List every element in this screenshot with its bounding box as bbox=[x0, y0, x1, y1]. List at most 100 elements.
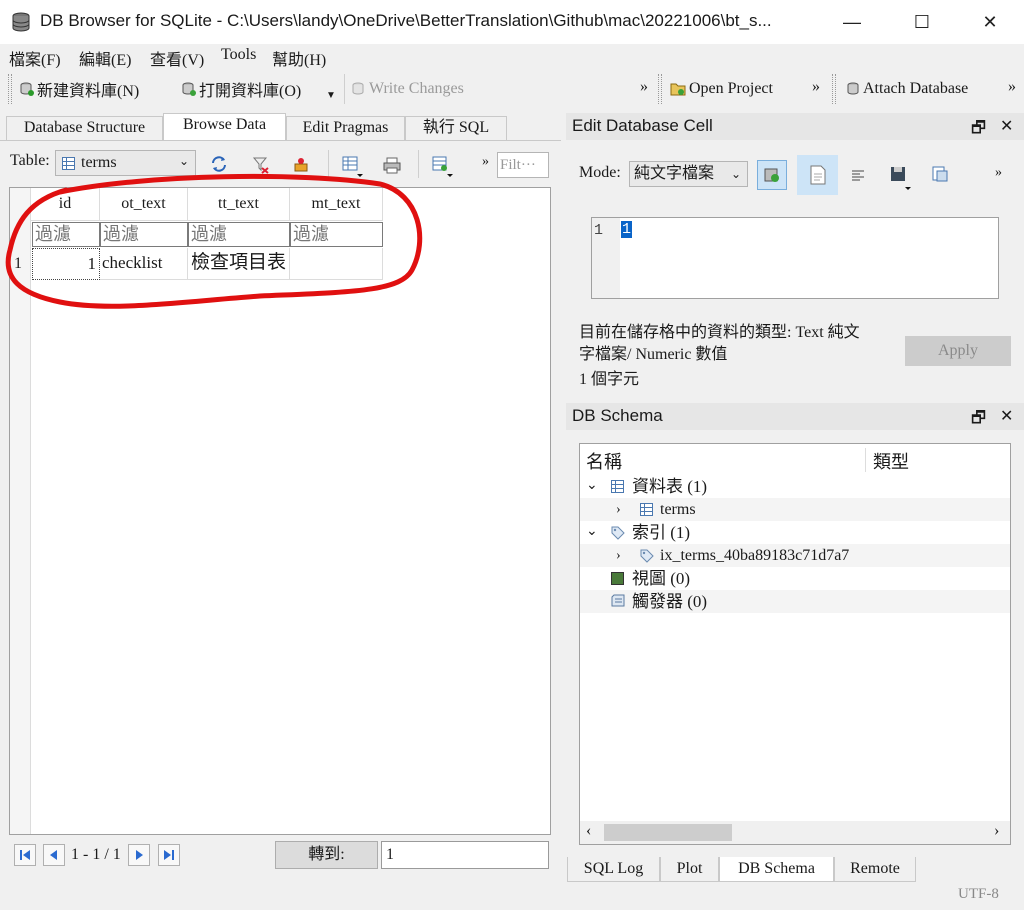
tree-item-index[interactable]: › ix_terms_40ba89183c71d7a7 bbox=[580, 544, 1010, 567]
close-dock-icon[interactable]: ✕ bbox=[1000, 116, 1013, 136]
tree-label-indexes: 索引 (1) bbox=[632, 523, 691, 542]
line-number: 1 bbox=[594, 222, 604, 239]
float-dock-icon[interactable]: 🗗 bbox=[971, 117, 986, 144]
tab-edit-pragmas[interactable]: Edit Pragmas bbox=[286, 116, 405, 140]
more-icon[interactable]: » bbox=[482, 154, 489, 170]
open-project-button[interactable]: Open Project bbox=[670, 78, 773, 100]
table-icon bbox=[62, 156, 75, 170]
menu-file[interactable]: 檔案(F) bbox=[9, 46, 61, 70]
tree-label-terms: terms bbox=[660, 501, 696, 518]
data-type-info-line1: 目前在儲存格中的資料的類型: Text 純文 bbox=[579, 324, 860, 341]
edit-cell-title: Edit Database Cell bbox=[566, 113, 1024, 140]
view-icon bbox=[611, 572, 624, 585]
expand-icon[interactable]: ⌄ bbox=[586, 474, 598, 497]
new-database-button[interactable]: 新建資料庫(N) bbox=[20, 78, 139, 100]
import-export-icon[interactable] bbox=[889, 165, 915, 191]
tree-item-tables[interactable]: ⌄ 資料表 (1) bbox=[580, 475, 1010, 498]
first-page-button[interactable] bbox=[14, 844, 36, 866]
tab-plot[interactable]: Plot bbox=[660, 857, 719, 882]
document-icon bbox=[810, 165, 826, 185]
open-database-label: 打開資料庫(O) bbox=[199, 83, 302, 100]
filter-input[interactable]: Filt··· bbox=[497, 152, 549, 178]
maximize-button[interactable]: ☐ bbox=[888, 0, 956, 44]
tree-item-views[interactable]: 視圖 (0) bbox=[580, 567, 1010, 590]
tree-item-triggers[interactable]: 觸發器 (0) bbox=[580, 590, 1010, 613]
attach-database-label: Attach Database bbox=[863, 80, 969, 97]
tab-db-schema[interactable]: DB Schema bbox=[719, 857, 834, 882]
tab-remote[interactable]: Remote bbox=[834, 857, 916, 882]
scrollbar-thumb[interactable] bbox=[604, 824, 732, 841]
header-divider bbox=[865, 448, 866, 472]
attach-database-icon bbox=[847, 82, 859, 95]
tree-item-terms[interactable]: › terms bbox=[580, 498, 1010, 521]
open-database-icon bbox=[182, 82, 196, 96]
goto-button[interactable]: 轉到: bbox=[275, 841, 378, 869]
write-changes-button[interactable]: Write Changes bbox=[352, 78, 464, 100]
previous-page-icon bbox=[50, 850, 57, 860]
schema-column-name[interactable]: 名稱 bbox=[586, 448, 622, 474]
horizontal-scrollbar[interactable]: ‹ › bbox=[580, 821, 1010, 844]
collapse-icon[interactable]: › bbox=[616, 498, 621, 521]
table-icon bbox=[640, 503, 653, 516]
set-null-icon[interactable] bbox=[931, 165, 949, 183]
database-icon bbox=[12, 12, 30, 32]
db-schema-title: DB Schema bbox=[566, 403, 1024, 430]
column-display-icon[interactable] bbox=[432, 156, 454, 178]
tab-browse-data[interactable]: Browse Data bbox=[163, 113, 286, 141]
tab-database-structure[interactable]: Database Structure bbox=[6, 116, 163, 140]
tree-label-index-name: ix_terms_40ba89183c71d7a7 bbox=[660, 547, 850, 564]
schema-tree[interactable]: 名稱 類型 ⌄ 資料表 (1) › terms ⌄ 索引 (1) › ix_te… bbox=[579, 443, 1011, 845]
mode-select[interactable]: 純文字檔案 ⌄ bbox=[629, 161, 748, 187]
encoding-status: UTF-8 bbox=[958, 886, 999, 902]
toolbar-grip[interactable] bbox=[832, 74, 836, 104]
format-text-icon[interactable] bbox=[850, 167, 866, 183]
float-dock-icon[interactable]: 🗗 bbox=[971, 407, 986, 434]
last-page-button[interactable] bbox=[158, 844, 180, 866]
next-page-button[interactable] bbox=[128, 844, 150, 866]
menu-help[interactable]: 幫助(H) bbox=[272, 46, 326, 70]
goto-input[interactable]: 1 bbox=[381, 841, 549, 869]
apply-button[interactable]: Apply bbox=[905, 336, 1011, 366]
auto-switch-icon bbox=[764, 168, 779, 182]
tree-label-views: 視圖 (0) bbox=[632, 569, 691, 588]
menu-edit[interactable]: 編輯(E) bbox=[79, 46, 131, 70]
table-label: Table: bbox=[10, 152, 50, 169]
scroll-right-icon[interactable]: › bbox=[994, 822, 999, 840]
attach-database-button[interactable]: Attach Database bbox=[846, 78, 968, 100]
cell-editor-content[interactable]: 1 bbox=[621, 221, 633, 238]
red-annotation-ellipse bbox=[5, 173, 423, 309]
new-database-label: 新建資料庫(N) bbox=[37, 83, 140, 100]
schema-column-type[interactable]: 類型 bbox=[873, 448, 909, 474]
toolbar-grip[interactable] bbox=[8, 74, 12, 104]
auto-switch-mode-button[interactable] bbox=[757, 160, 787, 190]
collapse-icon[interactable]: › bbox=[616, 544, 621, 567]
tree-label-triggers: 觸發器 (0) bbox=[632, 592, 708, 611]
menu-tools[interactable]: Tools bbox=[221, 46, 256, 64]
toolbar-more-icon[interactable]: » bbox=[812, 78, 820, 96]
tab-sql-log[interactable]: SQL Log bbox=[567, 857, 660, 882]
minimize-button[interactable]: — bbox=[818, 0, 886, 44]
data-type-info-line2: 字檔案/ Numeric 數值 bbox=[579, 346, 728, 363]
open-database-dropdown-icon[interactable]: ▼ bbox=[326, 90, 336, 101]
menu-view[interactable]: 查看(V) bbox=[150, 46, 204, 70]
index-tag-icon bbox=[611, 526, 625, 540]
open-database-button[interactable]: 打開資料庫(O) bbox=[182, 78, 301, 100]
more-icon[interactable]: » bbox=[995, 165, 1002, 181]
first-page-icon bbox=[20, 850, 30, 860]
expand-icon[interactable]: ⌄ bbox=[586, 520, 598, 543]
cell-editor[interactable]: 1 1 bbox=[591, 217, 999, 299]
last-page-icon bbox=[164, 850, 174, 860]
index-tag-icon bbox=[640, 549, 654, 563]
table-icon bbox=[611, 480, 624, 493]
tab-execute-sql[interactable]: 執行 SQL bbox=[405, 116, 507, 140]
tree-item-indexes[interactable]: ⌄ 索引 (1) bbox=[580, 521, 1010, 544]
scroll-left-icon[interactable]: ‹ bbox=[586, 822, 591, 840]
page-info: 1 - 1 / 1 bbox=[71, 846, 121, 863]
toolbar-more-icon[interactable]: » bbox=[640, 78, 648, 96]
toolbar-more-icon[interactable]: » bbox=[1008, 78, 1016, 96]
previous-page-button[interactable] bbox=[43, 844, 65, 866]
close-window-button[interactable]: ✕ bbox=[956, 0, 1024, 44]
toolbar-grip[interactable] bbox=[658, 74, 662, 104]
close-dock-icon[interactable]: ✕ bbox=[1000, 406, 1013, 426]
word-wrap-button[interactable] bbox=[797, 155, 838, 195]
